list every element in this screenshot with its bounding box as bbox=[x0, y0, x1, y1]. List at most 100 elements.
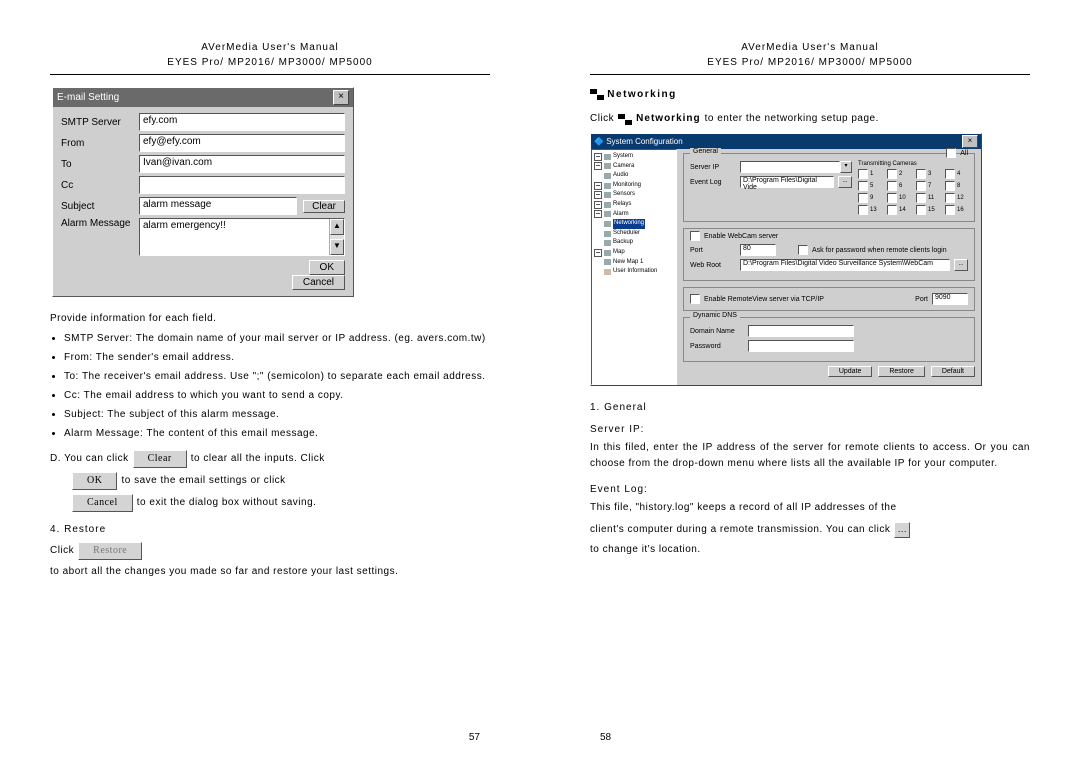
input-alarm-message[interactable]: alarm emergency!! ▲ ▼ bbox=[139, 218, 345, 256]
text: client's computer during a remote transm… bbox=[590, 522, 890, 538]
checkbox-cam[interactable] bbox=[916, 169, 926, 179]
label-transmitting-cameras: Transmitting Cameras bbox=[858, 161, 968, 167]
event-log-text1: This file, "history.log" keeps a record … bbox=[590, 500, 1030, 516]
remoteview-port-input[interactable]: 9090 bbox=[932, 293, 968, 305]
close-icon[interactable]: × bbox=[333, 90, 349, 105]
checkbox-cam[interactable] bbox=[887, 181, 897, 191]
text: to exit the dialog box without saving. bbox=[137, 495, 317, 511]
event-log-subhead: Event Log: bbox=[590, 482, 1030, 498]
server-ip-input[interactable] bbox=[740, 161, 840, 173]
text: Networking bbox=[636, 113, 700, 124]
event-log-input[interactable]: D:\Program Files\Digital Vide bbox=[740, 176, 834, 188]
browse-button[interactable]: ... bbox=[838, 176, 852, 188]
tree-item: Audio bbox=[594, 171, 674, 181]
web-root-input[interactable]: D:\Program Files\Digital Video Surveilla… bbox=[740, 259, 950, 271]
label-web-root: Web Root bbox=[690, 262, 736, 269]
domain-name-input[interactable] bbox=[748, 325, 854, 337]
text: to change it's location. bbox=[590, 542, 1030, 558]
scroll-down-icon[interactable]: ▼ bbox=[330, 239, 344, 255]
input-smtp[interactable]: efy.com bbox=[139, 113, 345, 131]
cancel-button[interactable]: Cancel bbox=[292, 275, 345, 290]
label-ask-password: Ask for password when remote clients log… bbox=[812, 247, 947, 254]
checkbox-ask-password[interactable] bbox=[798, 245, 808, 255]
dialog-titlebar[interactable]: E-mail Setting × bbox=[53, 88, 353, 107]
textarea-scrollbar[interactable]: ▲ ▼ bbox=[329, 219, 344, 255]
label-smtp: SMTP Server bbox=[61, 117, 139, 128]
input-from[interactable]: efy@efy.com bbox=[139, 134, 345, 152]
checkbox-cam[interactable] bbox=[945, 169, 955, 179]
group-general: General Server IP ▾ Event Lo bbox=[683, 153, 975, 222]
checkbox-cam[interactable] bbox=[945, 181, 955, 191]
tree-item: New Map 1 bbox=[604, 258, 674, 268]
tree-item: User Information bbox=[594, 267, 674, 277]
input-to[interactable]: Ivan@ivan.com bbox=[139, 155, 345, 173]
default-button[interactable]: Default bbox=[931, 366, 975, 377]
header-rule bbox=[50, 74, 490, 75]
restore-button[interactable]: Restore bbox=[878, 366, 925, 377]
label-port: Port bbox=[915, 296, 928, 303]
checkbox-cam[interactable] bbox=[945, 205, 955, 215]
checkbox-enable-webcam[interactable] bbox=[690, 231, 700, 241]
inline-clear-button: Clear bbox=[133, 450, 187, 468]
group-label: General bbox=[690, 148, 721, 155]
checkbox-cam[interactable] bbox=[887, 169, 897, 179]
text: Click bbox=[50, 543, 74, 559]
chevron-down-icon[interactable]: ▾ bbox=[840, 161, 852, 173]
checkbox-cam[interactable] bbox=[858, 181, 868, 191]
list-item: To: The receiver's email address. Use ";… bbox=[64, 369, 490, 385]
ok-button[interactable]: OK bbox=[309, 260, 345, 275]
list-item: From: The sender's email address. bbox=[64, 350, 490, 366]
tree-item-networking: Networking bbox=[594, 219, 674, 229]
inline-browse-button: ... bbox=[894, 522, 910, 538]
system-configuration-window: 🔷 System Configuration × System Camera A… bbox=[590, 133, 982, 386]
checkbox-cam[interactable] bbox=[916, 193, 926, 203]
checkbox-cam[interactable] bbox=[858, 205, 868, 215]
update-button[interactable]: Update bbox=[828, 366, 873, 377]
checkbox-cam[interactable] bbox=[916, 181, 926, 191]
settings-panel: General Server IP ▾ Event Lo bbox=[677, 149, 981, 385]
port-input[interactable]: 80 bbox=[740, 244, 776, 256]
text: to clear all the inputs. Click bbox=[191, 451, 325, 467]
nav-tree[interactable]: System Camera Audio Monitoring Sensors R… bbox=[591, 149, 677, 385]
clear-button[interactable]: Clear bbox=[303, 200, 345, 213]
text: Click bbox=[590, 111, 614, 127]
password-input[interactable] bbox=[748, 340, 854, 352]
tree-item: Monitoring bbox=[594, 181, 674, 191]
sysconfig-title: System Configuration bbox=[606, 137, 682, 146]
header-line2: EYES Pro/ MP2016/ MP3000/ MP5000 bbox=[167, 57, 372, 68]
list-item: Cc: The email address to which you want … bbox=[64, 388, 490, 404]
label-to: To bbox=[61, 159, 139, 170]
checkbox-all[interactable] bbox=[946, 148, 956, 158]
section-1-heading: 1. General bbox=[590, 400, 1030, 416]
restore-line: Click Restore to abort all the changes y… bbox=[50, 542, 490, 580]
input-cc[interactable] bbox=[139, 176, 345, 194]
tree-item: Camera bbox=[594, 162, 674, 172]
header-line1: AVerMedia User's Manual bbox=[741, 42, 879, 53]
alarm-message-text: alarm emergency!! bbox=[143, 220, 226, 231]
browse-button[interactable]: ... bbox=[954, 259, 968, 271]
checkbox-cam[interactable] bbox=[916, 205, 926, 215]
list-item: Alarm Message: The content of this email… bbox=[64, 426, 490, 442]
inline-cancel-button: Cancel bbox=[72, 494, 133, 512]
restore-heading: 4. Restore bbox=[50, 522, 490, 538]
group-webcam: Enable WebCam server Port 80 Ask for pas… bbox=[683, 228, 975, 281]
page-header: AVerMedia User's Manual EYES Pro/ MP2016… bbox=[590, 40, 1030, 70]
text: to save the email settings or click bbox=[121, 473, 285, 489]
checkbox-cam[interactable] bbox=[858, 169, 868, 179]
checkbox-cam[interactable] bbox=[945, 193, 955, 203]
checkbox-cam[interactable] bbox=[887, 205, 897, 215]
tree-item: Sensors bbox=[594, 190, 674, 200]
text: D. You can click bbox=[50, 451, 129, 467]
checkbox-cam[interactable] bbox=[887, 193, 897, 203]
server-ip-combo[interactable]: ▾ bbox=[740, 161, 852, 173]
label-all: All bbox=[960, 150, 968, 157]
group-ddns: Dynamic DNS Domain Name Password bbox=[683, 317, 975, 362]
tree-item: Map bbox=[594, 248, 674, 258]
checkbox-cam[interactable] bbox=[858, 193, 868, 203]
scroll-up-icon[interactable]: ▲ bbox=[330, 219, 344, 235]
label-alarm-message: Alarm Message bbox=[61, 218, 139, 229]
checkbox-enable-remoteview[interactable] bbox=[690, 294, 700, 304]
input-subject[interactable]: alarm message bbox=[139, 197, 297, 215]
sysconfig-titlebar[interactable]: 🔷 System Configuration × bbox=[591, 134, 981, 149]
close-icon[interactable]: × bbox=[962, 135, 978, 148]
